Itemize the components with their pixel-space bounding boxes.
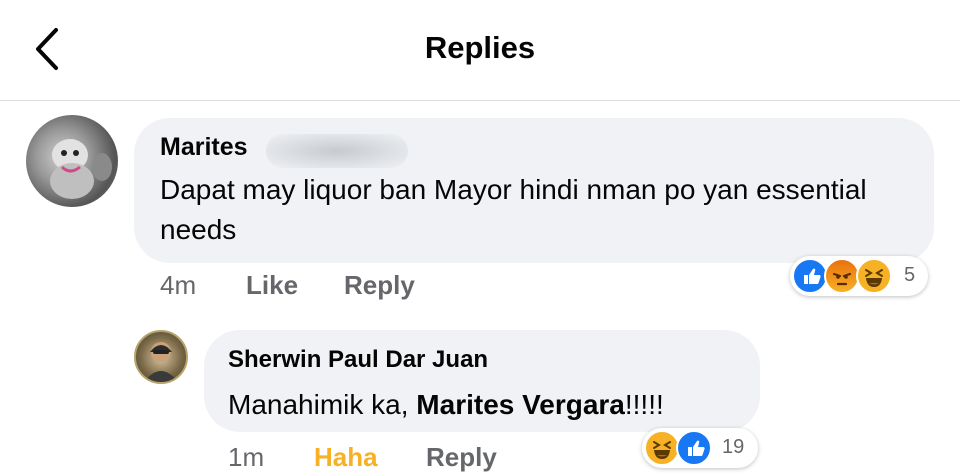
haha-reaction-icon: [856, 258, 892, 294]
reply-button[interactable]: Reply: [344, 270, 415, 301]
reaction-summary[interactable]: 5: [790, 256, 928, 296]
person-photo-icon: [144, 342, 178, 382]
comment-time: 4m: [160, 270, 197, 300]
page-title: Replies: [424, 30, 536, 65]
reply-author[interactable]: Sherwin Paul Dar Juan: [228, 346, 488, 374]
redacted-name: [266, 134, 408, 168]
header-bar: Replies: [0, 0, 960, 101]
comment-text: Dapat may liquor ban Mayor hindi nman po…: [160, 174, 867, 245]
mention-link[interactable]: Marites Vergara: [416, 389, 625, 420]
reply-time: 1m: [228, 442, 265, 472]
haha-button[interactable]: Haha: [314, 442, 378, 473]
comment-author[interactable]: Marites: [160, 133, 248, 162]
reply-text-prefix: Manahimik ka,: [228, 389, 417, 420]
avatar[interactable]: [26, 115, 118, 207]
reply-text: Manahimik ka, Marites Vergara!!!!!: [228, 385, 664, 425]
like-reaction-icon: [792, 258, 828, 294]
reaction-summary[interactable]: 19: [642, 428, 758, 468]
reaction-count: 19: [722, 436, 745, 458]
haha-reaction-icon: [644, 430, 680, 466]
dog-photo-icon: [50, 139, 112, 199]
reply-text-suffix: !!!!!: [624, 389, 664, 420]
reply-button[interactable]: Reply: [426, 442, 497, 473]
reaction-count: 5: [904, 264, 916, 286]
angry-reaction-icon: [824, 258, 860, 294]
like-button[interactable]: Like: [246, 270, 298, 301]
avatar[interactable]: [134, 330, 188, 384]
like-reaction-icon: [676, 430, 712, 466]
